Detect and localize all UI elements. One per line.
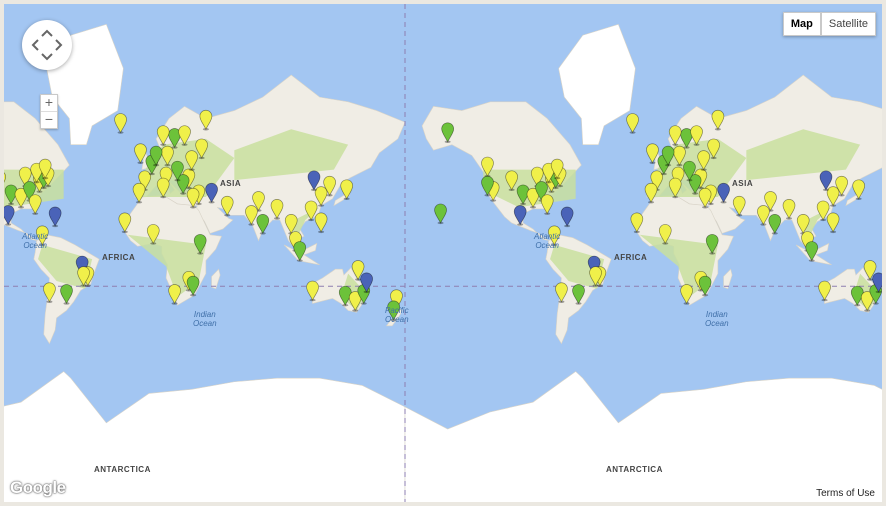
ocean-label-pacific: Pacific Ocean — [385, 306, 409, 324]
land-label-antarctica-right: ANTARCTICA — [606, 465, 663, 474]
map-type-map-button[interactable]: Map — [782, 12, 821, 36]
location-marker[interactable] — [434, 203, 447, 224]
zoom-out-button[interactable]: − — [41, 112, 57, 128]
google-logo[interactable]: Google — [10, 478, 66, 498]
location-marker[interactable] — [540, 194, 554, 215]
ocean-label-indian-right: Indian Ocean — [705, 310, 729, 328]
land-label-africa-right: AFRICA — [614, 253, 648, 262]
ocean-label-indian-left: Indian Ocean — [193, 310, 217, 328]
map-canvas[interactable] — [4, 4, 882, 502]
terms-of-use-link[interactable]: Terms of Use — [813, 488, 878, 499]
pan-arrows-icon — [31, 29, 63, 61]
world-map[interactable]: Atlantic Ocean Atlantic Ocean Indian Oce… — [4, 4, 882, 502]
map-type-control: Map Satellite — [782, 12, 876, 36]
location-marker[interactable] — [314, 212, 328, 233]
location-marker[interactable] — [560, 206, 574, 227]
map-type-satellite-button[interactable]: Satellite — [820, 12, 876, 36]
pan-control[interactable] — [22, 20, 72, 70]
location-marker[interactable] — [114, 113, 127, 134]
location-marker[interactable] — [28, 194, 42, 215]
location-marker[interactable] — [826, 212, 840, 233]
landmass-antarctica — [404, 371, 882, 502]
land-label-antarctica-left: ANTARCTICA — [94, 465, 151, 474]
land-label-asia-left: ASIA — [220, 179, 242, 188]
land-label-africa-left: AFRICA — [102, 253, 136, 262]
ocean-label-atlantic-mid: Atlantic Ocean — [534, 232, 561, 250]
location-marker[interactable] — [48, 206, 62, 227]
zoom-control: + − — [40, 94, 58, 129]
land-label-asia-right: ASIA — [732, 179, 754, 188]
zoom-in-button[interactable]: + — [41, 95, 57, 111]
map-frame: Atlantic Ocean Atlantic Ocean Indian Oce… — [0, 0, 886, 506]
landmass-greenland — [558, 23, 636, 145]
location-marker[interactable] — [626, 113, 639, 134]
ocean-label-atlantic-left: Atlantic Ocean — [22, 232, 49, 250]
